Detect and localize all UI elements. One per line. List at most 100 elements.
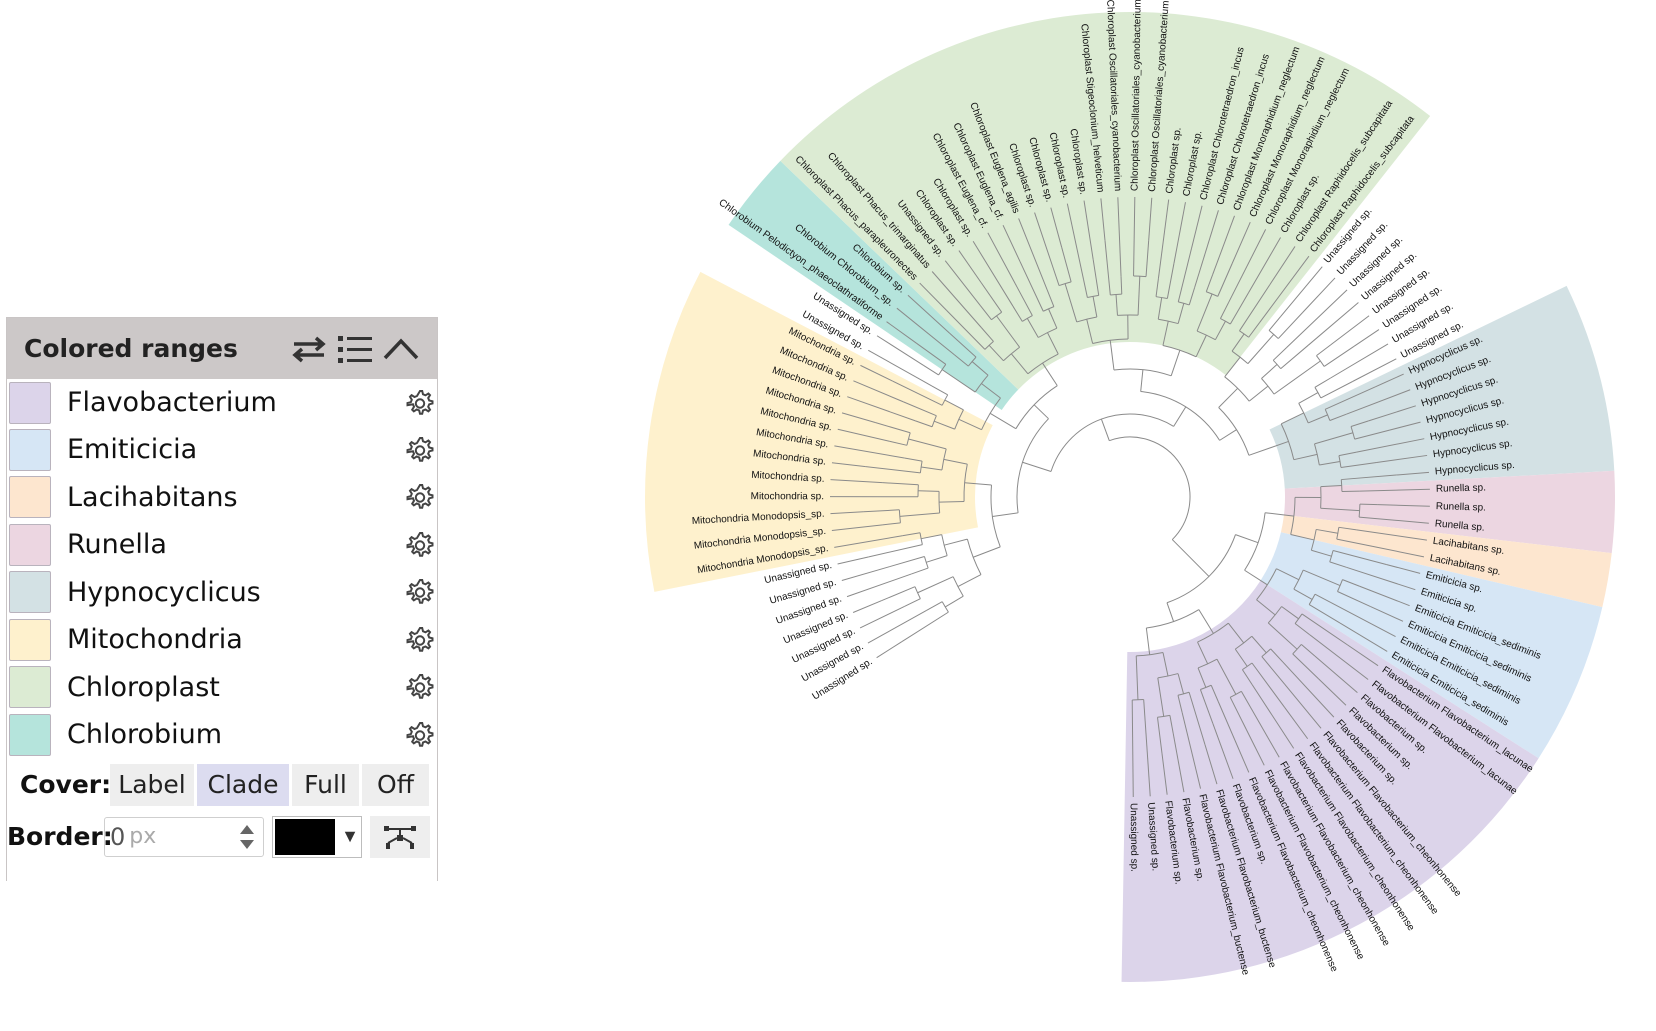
branch bbox=[1359, 503, 1378, 506]
gear-icon[interactable] bbox=[403, 623, 437, 657]
range-row[interactable]: Chlorobium bbox=[7, 711, 437, 759]
dropdown-arrow-icon: ▼ bbox=[341, 826, 359, 846]
range-row[interactable]: Mitochondria bbox=[7, 616, 437, 664]
border-width-value: 0 bbox=[110, 822, 126, 851]
branch bbox=[1235, 534, 1259, 544]
range-label: Flavobacterium bbox=[67, 387, 277, 418]
gear-icon[interactable] bbox=[403, 386, 437, 420]
border-style-button[interactable] bbox=[370, 815, 430, 858]
range-color-swatch[interactable] bbox=[9, 571, 51, 614]
spinner-icon[interactable] bbox=[237, 820, 257, 854]
panel-header: Colored ranges bbox=[7, 318, 437, 379]
branch bbox=[1277, 311, 1304, 339]
branch bbox=[1109, 436, 1191, 540]
branch bbox=[1100, 418, 1110, 441]
leaf-label: Runella sp. bbox=[1436, 501, 1486, 514]
branch bbox=[944, 538, 968, 546]
cover-option-full[interactable]: Full bbox=[292, 763, 359, 806]
range-label: Emiticicia bbox=[67, 434, 198, 466]
range-color-swatch[interactable] bbox=[9, 428, 51, 471]
collapse-icon[interactable] bbox=[379, 327, 423, 371]
range-label: Mitochondria bbox=[67, 624, 243, 656]
branch bbox=[876, 641, 903, 659]
branch bbox=[1198, 609, 1214, 634]
border-row: Border: 0 px ▼ bbox=[7, 812, 437, 862]
range-row[interactable]: Hypnocyclicus bbox=[7, 569, 437, 617]
range-row[interactable]: Flavobacterium bbox=[7, 379, 437, 426]
branch bbox=[989, 412, 1017, 430]
branch bbox=[917, 576, 954, 594]
range-label: Chloroplast bbox=[67, 671, 220, 703]
gear-icon[interactable] bbox=[403, 433, 437, 467]
branch bbox=[867, 609, 927, 644]
branch bbox=[1109, 340, 1115, 371]
range-label: Chlorobium bbox=[67, 719, 223, 751]
leaf-label: Mitochondria sp. bbox=[751, 491, 824, 502]
branch bbox=[926, 555, 948, 563]
branch bbox=[1261, 364, 1278, 379]
range-row[interactable]: Chloroplast bbox=[7, 664, 437, 712]
range-row[interactable]: Runella bbox=[7, 521, 437, 569]
cover-row: Cover: Label Clade Full Off bbox=[7, 763, 437, 807]
gear-icon[interactable] bbox=[403, 528, 437, 562]
range-row[interactable]: Emiticicia bbox=[7, 426, 437, 474]
swap-icon[interactable] bbox=[287, 327, 331, 371]
branch bbox=[931, 385, 948, 396]
cover-option-off[interactable]: Off bbox=[362, 763, 429, 806]
range-row[interactable]: Lacihabitans bbox=[7, 474, 437, 522]
border-width-input[interactable]: 0 px bbox=[104, 816, 264, 857]
branch bbox=[923, 364, 939, 376]
branch bbox=[841, 566, 891, 581]
branch bbox=[957, 574, 982, 588]
cover-option-clade[interactable]: Clade bbox=[197, 763, 289, 806]
border-color-picker[interactable]: ▼ bbox=[272, 815, 362, 858]
branch bbox=[992, 512, 1019, 517]
branch bbox=[1307, 302, 1359, 346]
branch bbox=[918, 490, 940, 492]
branch bbox=[1330, 343, 1389, 379]
branch bbox=[1218, 387, 1239, 408]
branch bbox=[1171, 539, 1210, 577]
branch bbox=[1166, 602, 1175, 622]
branch bbox=[859, 606, 905, 629]
branch bbox=[903, 598, 921, 608]
node-style-icon bbox=[384, 825, 416, 849]
border-width-unit: px bbox=[129, 824, 157, 849]
branch bbox=[1353, 329, 1380, 347]
leaf-label: Unassigned sp. bbox=[1128, 803, 1140, 872]
branch bbox=[881, 586, 916, 602]
range-color-swatch[interactable] bbox=[9, 381, 51, 424]
branch bbox=[1022, 461, 1052, 472]
border-label: Border: bbox=[7, 822, 113, 851]
cover-label: Cover: bbox=[20, 770, 112, 799]
border-color-swatch bbox=[275, 818, 336, 855]
branch bbox=[1323, 345, 1355, 367]
branch bbox=[1042, 362, 1058, 386]
cover-option-label[interactable]: Label bbox=[110, 763, 194, 806]
gear-icon[interactable] bbox=[403, 670, 437, 704]
branch bbox=[1033, 404, 1049, 420]
panel-title: Colored ranges bbox=[24, 334, 238, 363]
branch bbox=[1273, 360, 1321, 395]
branch bbox=[944, 595, 964, 608]
gear-icon[interactable] bbox=[403, 575, 437, 609]
branch bbox=[1140, 369, 1144, 392]
range-color-swatch[interactable] bbox=[9, 713, 51, 756]
range-label: Lacihabitans bbox=[67, 481, 238, 513]
range-color-swatch[interactable] bbox=[9, 666, 51, 709]
range-color-swatch[interactable] bbox=[9, 476, 51, 519]
range-color-swatch[interactable] bbox=[9, 523, 51, 566]
branch bbox=[911, 567, 929, 575]
gear-icon[interactable] bbox=[403, 480, 437, 514]
branch bbox=[1298, 392, 1319, 404]
gear-icon[interactable] bbox=[403, 718, 437, 752]
branch bbox=[1173, 406, 1187, 427]
branch bbox=[1132, 735, 1134, 797]
branch bbox=[1314, 377, 1331, 388]
branch bbox=[1248, 385, 1269, 402]
range-label: Hypnocyclicus bbox=[67, 576, 261, 608]
list-icon[interactable] bbox=[333, 327, 377, 371]
branch bbox=[1316, 344, 1332, 357]
range-color-swatch[interactable] bbox=[9, 618, 51, 661]
branch bbox=[1170, 350, 1181, 376]
